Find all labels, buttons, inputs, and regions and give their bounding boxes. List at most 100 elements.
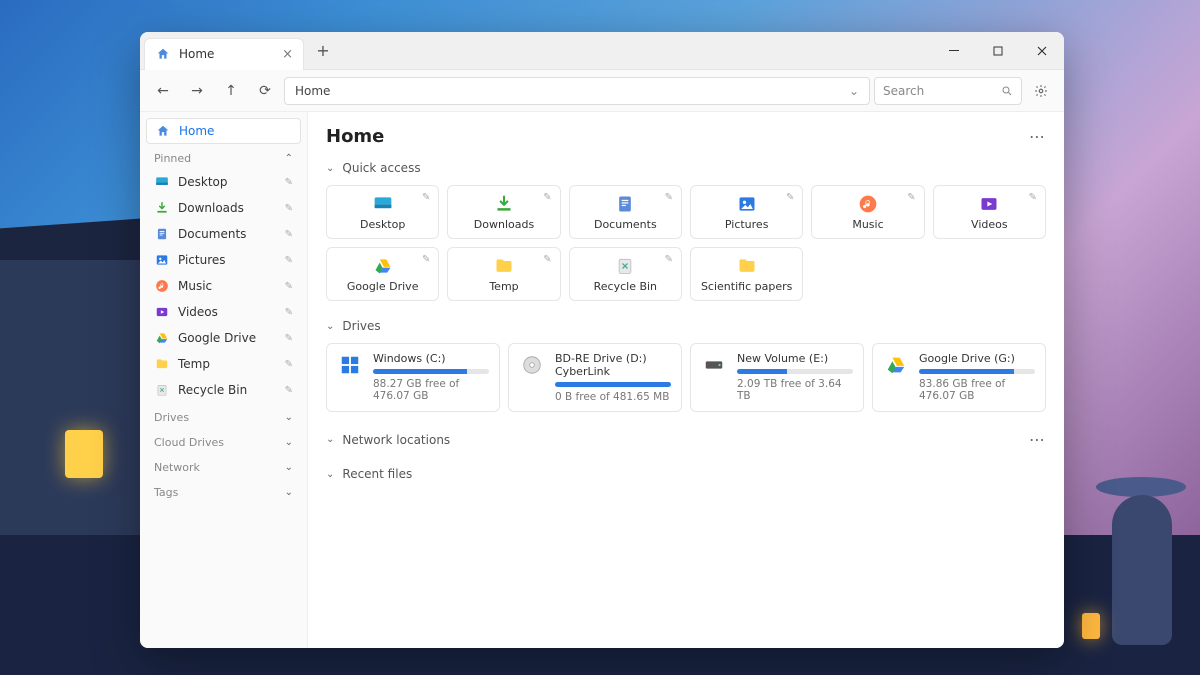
- quick-access-label: Music: [852, 218, 883, 231]
- sidebar-item-label: Videos: [178, 305, 218, 319]
- search-input[interactable]: Search: [874, 77, 1022, 105]
- quick-access-documents[interactable]: ✎Documents: [569, 185, 682, 239]
- quick-access-recycle-bin[interactable]: ✎ Recycle Bin: [569, 247, 682, 301]
- chevron-down-icon: ⌄: [326, 163, 334, 174]
- quick-access-downloads[interactable]: ✎ Downloads: [447, 185, 560, 239]
- pin-icon[interactable]: ✎: [665, 192, 673, 203]
- window-close-button[interactable]: [1020, 32, 1064, 70]
- sidebar-item-recycle-bin[interactable]: Recycle Bin ✎: [146, 377, 301, 403]
- downloads-icon: [154, 200, 170, 216]
- drive-free-text: 0 B free of 481.65 MB: [555, 391, 671, 403]
- sidebar-item-label: Google Drive: [178, 331, 256, 345]
- sidebar-item-downloads[interactable]: Downloads ✎: [146, 195, 301, 221]
- pin-icon[interactable]: ✎: [543, 254, 551, 265]
- pin-icon: ✎: [285, 307, 293, 318]
- drive-usage-bar: [919, 369, 1035, 374]
- sidebar-item-videos[interactable]: Videos ✎: [146, 299, 301, 325]
- sidebar-item-pictures[interactable]: Pictures✎: [146, 247, 301, 273]
- quick-access-label: Downloads: [474, 218, 534, 231]
- drive-free-text: 83.86 GB free of 476.07 GB: [919, 378, 1035, 402]
- pin-icon[interactable]: ✎: [1029, 192, 1037, 203]
- address-bar[interactable]: Home ⌄: [284, 77, 870, 105]
- new-tab-button[interactable]: +: [308, 36, 338, 66]
- pin-icon: ✎: [285, 385, 293, 396]
- pin-icon: ✎: [285, 177, 293, 188]
- sidebar-item-label: Recycle Bin: [178, 383, 247, 397]
- sidebar-group-network[interactable]: Network⌄: [146, 453, 301, 478]
- drive-free-text: 2.09 TB free of 3.64 TB: [737, 378, 853, 402]
- quick-access-google-drive[interactable]: ✎Google Drive: [326, 247, 439, 301]
- sidebar-item-music[interactable]: Music✎: [146, 273, 301, 299]
- chevron-down-icon: ⌄: [285, 437, 293, 448]
- sidebar-item-label: Downloads: [178, 201, 244, 215]
- quick-access-music[interactable]: ✎ Music: [811, 185, 924, 239]
- pin-icon[interactable]: ✎: [543, 192, 551, 203]
- nav-forward-button[interactable]: →: [182, 76, 212, 106]
- network-more-button[interactable]: ⋯: [1029, 430, 1046, 449]
- search-icon: [1001, 85, 1013, 97]
- quick-access-label: Desktop: [360, 218, 405, 231]
- quick-access-label: Recycle Bin: [594, 280, 657, 293]
- window-minimize-button[interactable]: [932, 32, 976, 70]
- sidebar-group-cloud-drives[interactable]: Cloud Drives⌄: [146, 428, 301, 453]
- nav-refresh-button[interactable]: ⟳: [250, 76, 280, 106]
- drive-bd-re-drive-d-cyberlink[interactable]: BD-RE Drive (D:) CyberLink 0 B free of 48…: [508, 343, 682, 412]
- pin-icon: ✎: [285, 203, 293, 214]
- pin-icon[interactable]: ✎: [907, 192, 915, 203]
- quick-access-scientific-papers[interactable]: Scientific papers: [690, 247, 803, 301]
- sidebar-item-desktop[interactable]: Desktop ✎: [146, 169, 301, 195]
- pictures-icon: [154, 252, 170, 268]
- gdrive-icon: [373, 256, 393, 276]
- pin-icon: ✎: [285, 229, 293, 240]
- sidebar-item-documents[interactable]: Documents ✎: [146, 221, 301, 247]
- quick-access-label: Videos: [971, 218, 1008, 231]
- music-icon: [858, 194, 878, 214]
- section-recent-header[interactable]: ⌄ Recent files: [326, 467, 1046, 481]
- file-explorer-window: Home × + ← → ↑ ⟳ Home ⌄ Search Home: [140, 32, 1064, 648]
- section-drives-header[interactable]: ⌄ Drives: [326, 319, 1046, 333]
- sidebar-pinned-header[interactable]: Pinned ⌃: [146, 144, 301, 169]
- quick-access-temp[interactable]: ✎Temp: [447, 247, 560, 301]
- gdrive-icon: [883, 352, 909, 378]
- drive-name: Windows (C:): [373, 352, 489, 365]
- sidebar-item-temp[interactable]: Temp✎: [146, 351, 301, 377]
- pictures-icon: [737, 194, 757, 214]
- sidebar-item-google-drive[interactable]: Google Drive✎: [146, 325, 301, 351]
- pin-icon[interactable]: ✎: [665, 254, 673, 265]
- section-quick-access-header[interactable]: ⌄ Quick access: [326, 161, 1046, 175]
- section-network-header[interactable]: ⌄ Network locations ⋯: [326, 430, 1046, 449]
- address-chevron-icon[interactable]: ⌄: [849, 84, 859, 98]
- folder-icon: [154, 356, 170, 372]
- sidebar-item-label: Documents: [178, 227, 246, 241]
- drive-google-drive-g-[interactable]: Google Drive (G:)83.86 GB free of 476.07…: [872, 343, 1046, 412]
- drive-name: BD-RE Drive (D:) CyberLink: [555, 352, 671, 378]
- tab-home[interactable]: Home ×: [144, 38, 304, 70]
- recycle-icon: [154, 382, 170, 398]
- close-tab-icon[interactable]: ×: [282, 47, 293, 62]
- quick-access-desktop[interactable]: ✎ Desktop: [326, 185, 439, 239]
- window-maximize-button[interactable]: [976, 32, 1020, 70]
- recycle-icon: [615, 256, 635, 276]
- quick-access-videos[interactable]: ✎ Videos: [933, 185, 1046, 239]
- settings-button[interactable]: [1026, 76, 1056, 106]
- drive-new-volume-e-[interactable]: New Volume (E:) 2.09 TB free of 3.64 TB: [690, 343, 864, 412]
- drive-windows-c-[interactable]: Windows (C:)88.27 GB free of 476.07 GB: [326, 343, 500, 412]
- downloads-icon: [494, 194, 514, 214]
- sidebar-item-label: Desktop: [178, 175, 228, 189]
- drive-name: New Volume (E:): [737, 352, 853, 365]
- sidebar: Home Pinned ⌃ Desktop✎Downloads✎Document…: [140, 112, 308, 648]
- quick-access-pictures[interactable]: ✎Pictures: [690, 185, 803, 239]
- sidebar-home[interactable]: Home: [146, 118, 301, 144]
- sidebar-group-tags[interactable]: Tags⌄: [146, 478, 301, 503]
- sidebar-group-drives[interactable]: Drives⌄: [146, 403, 301, 428]
- pin-icon[interactable]: ✎: [422, 192, 430, 203]
- page-title: Home: [326, 126, 384, 147]
- address-text: Home: [295, 84, 330, 98]
- nav-up-button[interactable]: ↑: [216, 76, 246, 106]
- more-actions-button[interactable]: ⋯: [1029, 127, 1046, 146]
- content-area: Home ⋯ ⌄ Quick access ✎ Desktop ✎ Downloads…: [308, 112, 1064, 648]
- pin-icon[interactable]: ✎: [422, 254, 430, 265]
- nav-back-button[interactable]: ←: [148, 76, 178, 106]
- pin-icon[interactable]: ✎: [786, 192, 794, 203]
- nav-toolbar: ← → ↑ ⟳ Home ⌄ Search: [140, 70, 1064, 112]
